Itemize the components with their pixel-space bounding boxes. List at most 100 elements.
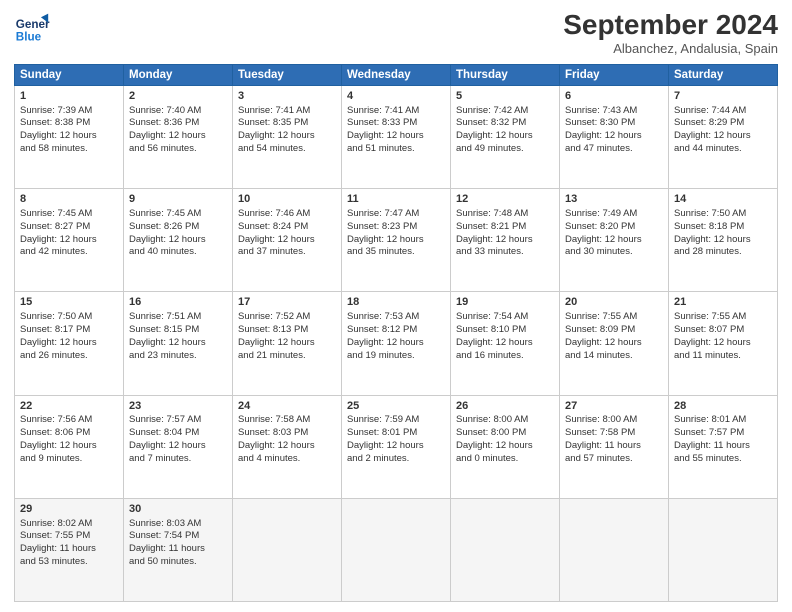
sunrise-text: Sunrise: 7:39 AM: [20, 105, 118, 118]
calendar-cell: 6Sunrise: 7:43 AMSunset: 8:30 PMDaylight…: [560, 85, 669, 188]
daylight-text: Daylight: 12 hours: [20, 130, 118, 143]
sunrise-text: Sunrise: 7:40 AM: [129, 105, 227, 118]
title-block: September 2024 Albanchez, Andalusia, Spa…: [563, 10, 778, 56]
sunset-text: Sunset: 8:07 PM: [674, 324, 772, 337]
sunset-text: Sunset: 8:32 PM: [456, 117, 554, 130]
calendar-cell: 29Sunrise: 8:02 AMSunset: 7:55 PMDayligh…: [15, 498, 124, 601]
sunset-text: Sunset: 8:30 PM: [565, 117, 663, 130]
sunrise-text: Sunrise: 7:52 AM: [238, 311, 336, 324]
sunrise-text: Sunrise: 8:03 AM: [129, 518, 227, 531]
daylight-text: Daylight: 12 hours: [238, 234, 336, 247]
col-saturday: Saturday: [669, 64, 778, 85]
daylight-text: Daylight: 12 hours: [238, 440, 336, 453]
day-number: 18: [347, 295, 445, 310]
daylight-text: Daylight: 12 hours: [129, 130, 227, 143]
sunrise-text: Sunrise: 7:55 AM: [674, 311, 772, 324]
sunset-text: Sunset: 7:58 PM: [565, 427, 663, 440]
calendar-cell: 17Sunrise: 7:52 AMSunset: 8:13 PMDayligh…: [233, 292, 342, 395]
daylight-text: and 14 minutes.: [565, 350, 663, 363]
sunset-text: Sunset: 8:17 PM: [20, 324, 118, 337]
daylight-text: and 55 minutes.: [674, 453, 772, 466]
sunrise-text: Sunrise: 7:41 AM: [238, 105, 336, 118]
daylight-text: Daylight: 12 hours: [20, 234, 118, 247]
day-number: 28: [674, 399, 772, 414]
calendar-cell: [560, 498, 669, 601]
day-number: 27: [565, 399, 663, 414]
day-detail: Sunrise: 7:55 AMSunset: 8:09 PMDaylight:…: [565, 311, 663, 362]
daylight-text: and 30 minutes.: [565, 246, 663, 259]
day-detail: Sunrise: 7:48 AMSunset: 8:21 PMDaylight:…: [456, 208, 554, 259]
day-detail: Sunrise: 7:44 AMSunset: 8:29 PMDaylight:…: [674, 105, 772, 156]
daylight-text: Daylight: 12 hours: [20, 440, 118, 453]
sunset-text: Sunset: 8:21 PM: [456, 221, 554, 234]
sunset-text: Sunset: 8:06 PM: [20, 427, 118, 440]
calendar-cell: 21Sunrise: 7:55 AMSunset: 8:07 PMDayligh…: [669, 292, 778, 395]
sunset-text: Sunset: 8:01 PM: [347, 427, 445, 440]
day-detail: Sunrise: 7:57 AMSunset: 8:04 PMDaylight:…: [129, 414, 227, 465]
daylight-text: and 4 minutes.: [238, 453, 336, 466]
sunrise-text: Sunrise: 7:58 AM: [238, 414, 336, 427]
sunset-text: Sunset: 8:00 PM: [456, 427, 554, 440]
day-number: 23: [129, 399, 227, 414]
calendar-cell: [233, 498, 342, 601]
daylight-text: Daylight: 12 hours: [456, 234, 554, 247]
daylight-text: Daylight: 12 hours: [565, 337, 663, 350]
daylight-text: Daylight: 12 hours: [674, 234, 772, 247]
daylight-text: Daylight: 12 hours: [456, 130, 554, 143]
daylight-text: Daylight: 12 hours: [565, 234, 663, 247]
sunrise-text: Sunrise: 7:59 AM: [347, 414, 445, 427]
day-number: 5: [456, 89, 554, 104]
daylight-text: and 37 minutes.: [238, 246, 336, 259]
day-detail: Sunrise: 7:58 AMSunset: 8:03 PMDaylight:…: [238, 414, 336, 465]
day-detail: Sunrise: 7:41 AMSunset: 8:35 PMDaylight:…: [238, 105, 336, 156]
calendar-cell: 5Sunrise: 7:42 AMSunset: 8:32 PMDaylight…: [451, 85, 560, 188]
sunset-text: Sunset: 8:20 PM: [565, 221, 663, 234]
daylight-text: Daylight: 12 hours: [129, 337, 227, 350]
calendar-cell: 3Sunrise: 7:41 AMSunset: 8:35 PMDaylight…: [233, 85, 342, 188]
sunrise-text: Sunrise: 7:46 AM: [238, 208, 336, 221]
sunset-text: Sunset: 7:54 PM: [129, 530, 227, 543]
day-detail: Sunrise: 7:43 AMSunset: 8:30 PMDaylight:…: [565, 105, 663, 156]
daylight-text: Daylight: 12 hours: [456, 337, 554, 350]
daylight-text: Daylight: 12 hours: [347, 234, 445, 247]
daylight-text: Daylight: 12 hours: [238, 337, 336, 350]
page: General Blue September 2024 Albanchez, A…: [0, 0, 792, 612]
day-detail: Sunrise: 7:52 AMSunset: 8:13 PMDaylight:…: [238, 311, 336, 362]
calendar-cell: 18Sunrise: 7:53 AMSunset: 8:12 PMDayligh…: [342, 292, 451, 395]
calendar-cell: 7Sunrise: 7:44 AMSunset: 8:29 PMDaylight…: [669, 85, 778, 188]
calendar-cell: 8Sunrise: 7:45 AMSunset: 8:27 PMDaylight…: [15, 189, 124, 292]
day-detail: Sunrise: 8:02 AMSunset: 7:55 PMDaylight:…: [20, 518, 118, 569]
daylight-text: Daylight: 12 hours: [456, 440, 554, 453]
day-detail: Sunrise: 7:50 AMSunset: 8:18 PMDaylight:…: [674, 208, 772, 259]
calendar-cell: 1Sunrise: 7:39 AMSunset: 8:38 PMDaylight…: [15, 85, 124, 188]
day-detail: Sunrise: 7:53 AMSunset: 8:12 PMDaylight:…: [347, 311, 445, 362]
calendar-cell: 14Sunrise: 7:50 AMSunset: 8:18 PMDayligh…: [669, 189, 778, 292]
day-detail: Sunrise: 8:00 AMSunset: 8:00 PMDaylight:…: [456, 414, 554, 465]
day-detail: Sunrise: 8:03 AMSunset: 7:54 PMDaylight:…: [129, 518, 227, 569]
day-detail: Sunrise: 7:40 AMSunset: 8:36 PMDaylight:…: [129, 105, 227, 156]
sunset-text: Sunset: 8:13 PM: [238, 324, 336, 337]
daylight-text: and 11 minutes.: [674, 350, 772, 363]
daylight-text: Daylight: 12 hours: [674, 337, 772, 350]
day-detail: Sunrise: 7:56 AMSunset: 8:06 PMDaylight:…: [20, 414, 118, 465]
calendar-cell: 28Sunrise: 8:01 AMSunset: 7:57 PMDayligh…: [669, 395, 778, 498]
daylight-text: Daylight: 11 hours: [674, 440, 772, 453]
daylight-text: Daylight: 12 hours: [129, 234, 227, 247]
col-friday: Friday: [560, 64, 669, 85]
sunrise-text: Sunrise: 7:48 AM: [456, 208, 554, 221]
daylight-text: and 53 minutes.: [20, 556, 118, 569]
sunrise-text: Sunrise: 8:00 AM: [565, 414, 663, 427]
day-number: 19: [456, 295, 554, 310]
sunset-text: Sunset: 8:29 PM: [674, 117, 772, 130]
sunset-text: Sunset: 8:04 PM: [129, 427, 227, 440]
logo-icon: General Blue: [14, 10, 50, 46]
sunrise-text: Sunrise: 8:02 AM: [20, 518, 118, 531]
daylight-text: and 16 minutes.: [456, 350, 554, 363]
daylight-text: and 56 minutes.: [129, 143, 227, 156]
sunset-text: Sunset: 8:38 PM: [20, 117, 118, 130]
day-detail: Sunrise: 7:39 AMSunset: 8:38 PMDaylight:…: [20, 105, 118, 156]
day-number: 17: [238, 295, 336, 310]
sunset-text: Sunset: 8:03 PM: [238, 427, 336, 440]
calendar-cell: 19Sunrise: 7:54 AMSunset: 8:10 PMDayligh…: [451, 292, 560, 395]
col-wednesday: Wednesday: [342, 64, 451, 85]
